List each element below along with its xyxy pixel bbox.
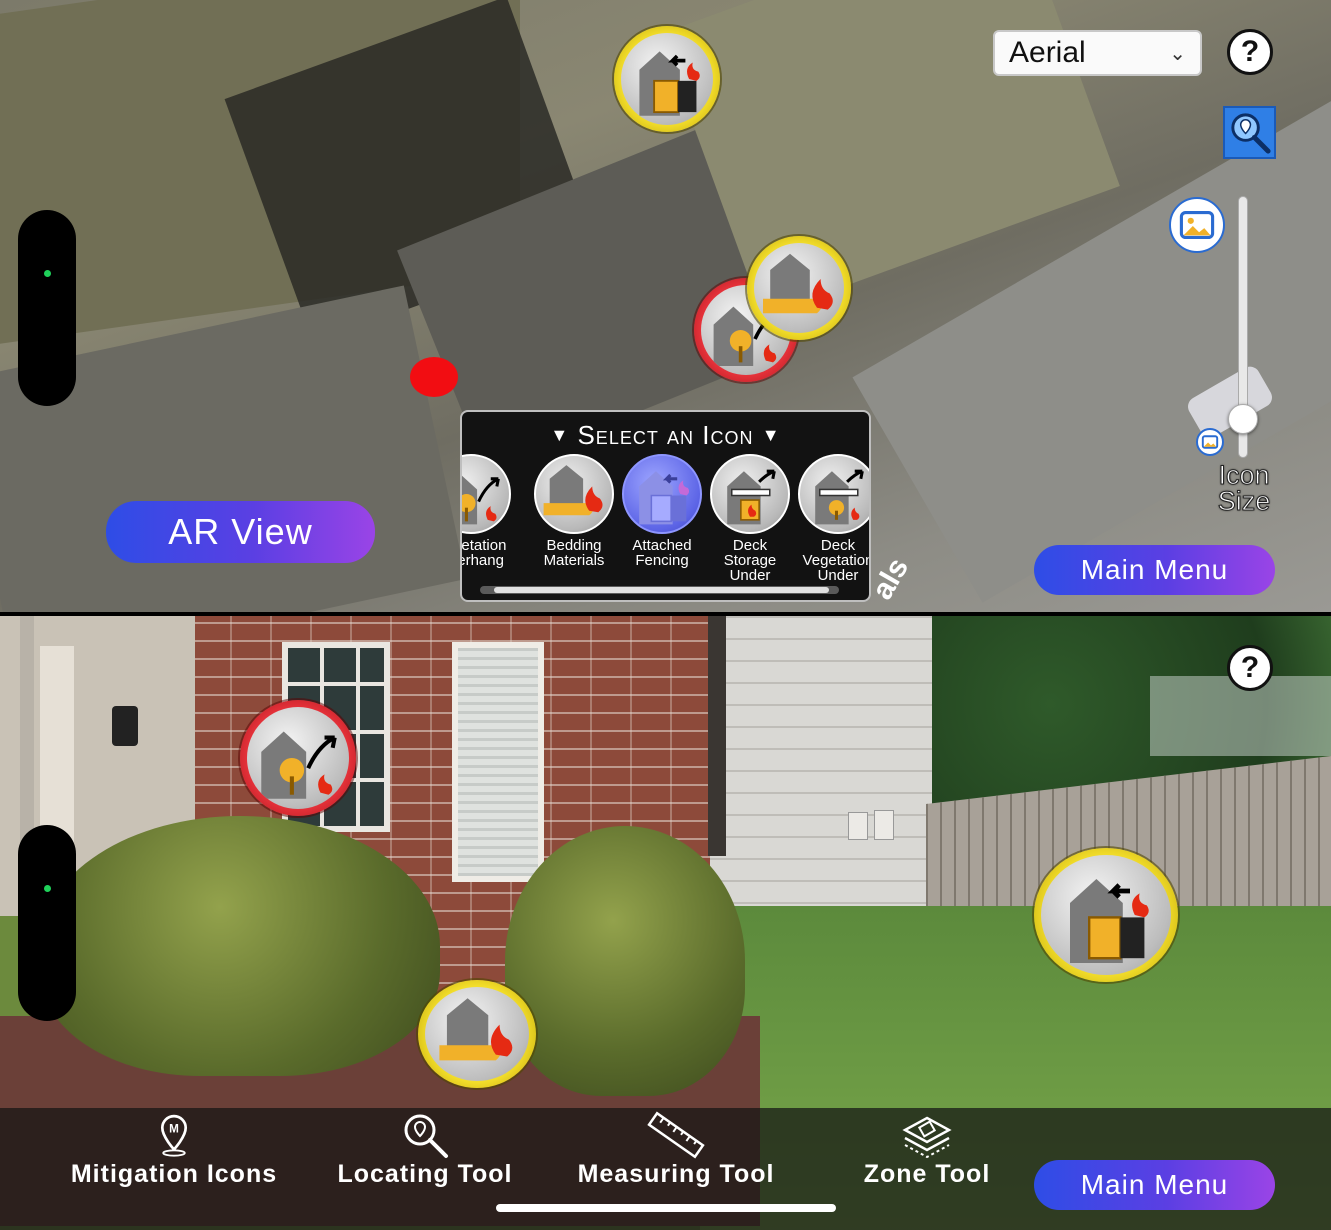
main-menu-button-bottom[interactable]: Main Menu [1034, 1160, 1275, 1210]
status-pill [18, 825, 76, 1021]
attached-fencing-icon [1070, 879, 1149, 963]
locating-tool[interactable]: Locating Tool [330, 1110, 520, 1189]
map-type-value: Aerial [1009, 36, 1086, 69]
vegetation-overhang-icon [261, 731, 337, 799]
tool-label: Measuring Tool [577, 1160, 775, 1188]
picker-item-label: Bedding Materials [543, 537, 605, 569]
icon-size-small-button[interactable] [1196, 428, 1224, 456]
street-label: als [865, 552, 916, 606]
image-small-icon [1201, 435, 1219, 449]
help-icon: ? [1240, 651, 1260, 684]
tool-label: Locating Tool [337, 1160, 513, 1188]
image-icon [1179, 210, 1215, 240]
zone-tool[interactable]: Zone Tool [852, 1110, 1002, 1189]
help-button-top[interactable]: ? [1227, 29, 1273, 75]
shrub [40, 816, 440, 1076]
attached-fencing-icon [639, 51, 700, 116]
tool-label: Zone Tool [863, 1160, 991, 1188]
picker-item-attached-fencing[interactable]: Attached Fencing [619, 454, 705, 568]
shrub [505, 826, 745, 1096]
status-dot [44, 885, 51, 892]
icon-size-large-button[interactable] [1169, 197, 1225, 253]
zone-layers-icon [902, 1116, 952, 1159]
attached-fencing-icon [639, 471, 690, 525]
location-dot [410, 357, 458, 397]
map-type-select[interactable]: Aerial ⌄ [993, 30, 1202, 76]
main-menu-button-top[interactable]: Main Menu [1034, 545, 1275, 595]
main-menu-label: Main Menu [1080, 554, 1229, 585]
status-pill [18, 210, 76, 406]
main-menu-label: Main Menu [1080, 1169, 1229, 1200]
map-pin-m-icon: M [160, 1114, 188, 1157]
vegetation-overhang-ar-marker[interactable] [240, 700, 356, 816]
picker-item-deck-vegetation-under[interactable]: Deck Vegetation Under [795, 454, 871, 584]
picker-item-label: Deck Storage Under [723, 537, 777, 584]
attached-fencing-ar-marker[interactable] [1034, 848, 1178, 982]
svg-text:M: M [169, 1122, 179, 1135]
bedding-materials-icon [543, 465, 603, 516]
utility-box [874, 810, 894, 840]
ruler-icon [647, 1111, 705, 1159]
measuring-tool[interactable]: Measuring Tool [570, 1110, 782, 1189]
picker-title: ▼ Select an Icon ▼ [462, 420, 869, 451]
vegetation-overhang-icon [462, 475, 500, 525]
icon-size-label: Icon Size [1217, 460, 1271, 516]
chevron-down-icon: ⌄ [1169, 42, 1186, 65]
attached-fencing-marker[interactable] [614, 26, 720, 132]
status-dot [44, 270, 51, 277]
bedding-materials-icon [439, 998, 513, 1061]
picker-item-label: Deck Vegetation Under [802, 537, 871, 584]
picker-scroll-thumb[interactable] [494, 587, 829, 593]
tool-label: Mitigation Icons [70, 1160, 278, 1188]
utility-box [848, 812, 868, 840]
deck-storage-under-icon [727, 469, 776, 525]
icon-picker-panel[interactable]: ▼ Select an Icon ▼ Vegetation Overhang B… [460, 410, 871, 602]
picker-scrollbar[interactable] [480, 586, 839, 594]
mitigation-icons-tool[interactable]: M Mitigation Icons [64, 1110, 284, 1189]
icon-size-slider-knob[interactable] [1228, 404, 1258, 434]
home-indicator[interactable] [496, 1204, 836, 1212]
aerial-map-view[interactable]: als Aerial ⌄ ? Icon Size AR View Main Me… [0, 0, 1331, 612]
picker-item-label: Attached Fencing [632, 537, 692, 569]
bedding-materials-icon [763, 253, 833, 314]
triangle-down-icon: ▼ [761, 425, 781, 445]
deck-vegetation-under-icon [815, 469, 864, 525]
picker-item-vegetation-overhang[interactable]: Vegetation Overhang [461, 454, 514, 569]
picker-title-text: Select an Icon [577, 420, 754, 450]
bedding-materials-marker[interactable] [747, 236, 851, 340]
bedding-materials-ar-marker[interactable] [418, 980, 536, 1088]
wall-lamp [112, 706, 138, 746]
search-map-button[interactable] [1223, 106, 1276, 159]
ar-view-button[interactable]: AR View [106, 501, 375, 563]
triangle-down-icon: ▼ [550, 425, 570, 445]
help-icon: ? [1240, 35, 1260, 68]
picker-item-label: Vegetation Overhang [461, 537, 507, 569]
corner-trim [708, 616, 726, 856]
help-button-bottom[interactable]: ? [1227, 645, 1273, 691]
magnifier-pin-icon [1231, 113, 1271, 154]
picker-item-deck-storage-under[interactable]: Deck Storage Under [707, 454, 793, 583]
window-right [452, 642, 544, 882]
picker-item-bedding-materials[interactable]: Bedding Materials [531, 454, 617, 568]
ar-view-label: AR View [168, 511, 313, 552]
locate-magnifier-icon [404, 1114, 448, 1158]
